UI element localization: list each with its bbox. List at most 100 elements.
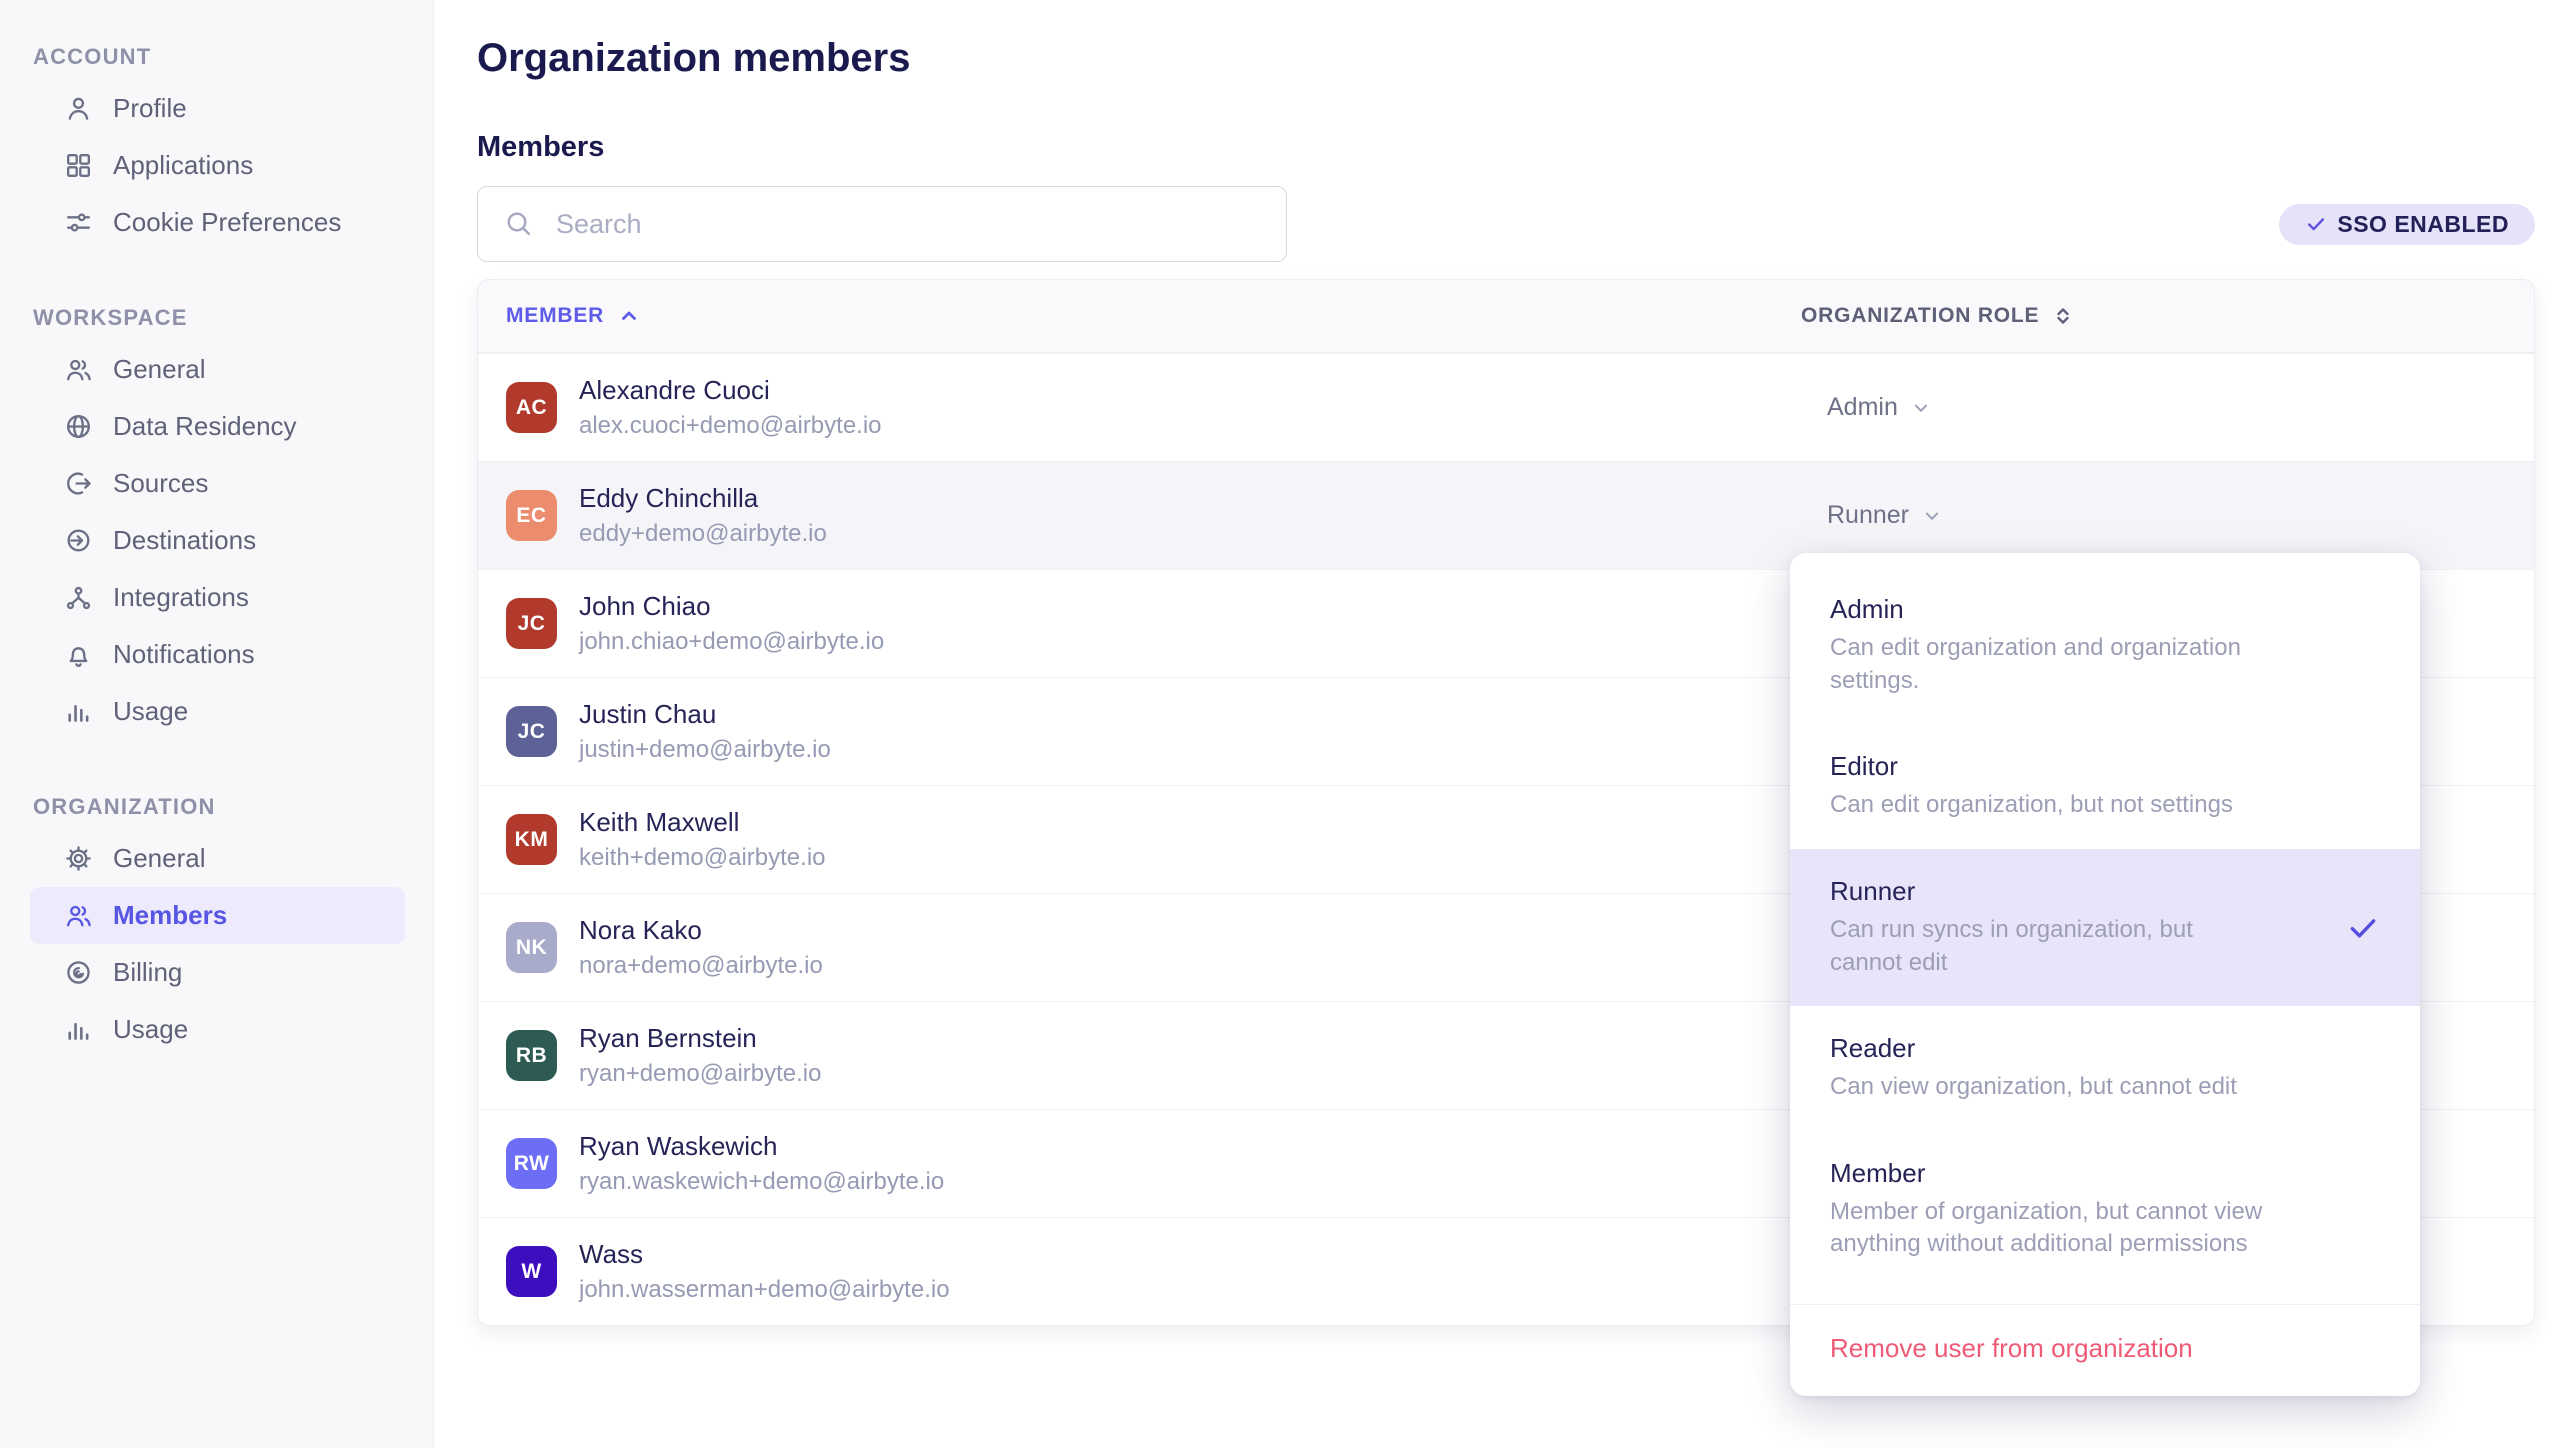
search-input[interactable]	[477, 186, 1287, 262]
table-header: MEMBER ORGANIZATION ROLE	[478, 280, 2534, 353]
globe-icon	[63, 411, 94, 442]
sidebar-item-label: Sources	[113, 468, 208, 499]
member-cell: W Wassjohn.wasserman+demo@airbyte.io	[478, 1238, 1801, 1305]
remove-user-link[interactable]: Remove user from organization	[1790, 1305, 2420, 1396]
sidebar-item-label: General	[113, 843, 206, 874]
sidebar-section-workspace: WORKSPACE	[33, 305, 405, 331]
role-option-title: Reader	[1830, 1033, 2380, 1064]
grid-icon	[63, 150, 94, 181]
avatar: NK	[506, 922, 557, 973]
sort-both-icon	[2051, 304, 2075, 328]
role-option-description: Can view organization, but cannot edit	[1830, 1071, 2335, 1104]
member-email: john.chiao+demo@airbyte.io	[579, 626, 884, 657]
member-email: ryan.waskewich+demo@airbyte.io	[579, 1166, 944, 1197]
settings-sidebar: ACCOUNT Profile Applications Cookie Pref…	[0, 0, 434, 1448]
avatar: EC	[506, 490, 557, 541]
role-option-editor[interactable]: Editor Can edit organization, but not se…	[1790, 724, 2420, 849]
sidebar-item-profile[interactable]: Profile	[30, 80, 405, 137]
sso-enabled-badge: SSO ENABLED	[2279, 204, 2535, 245]
role-dropdown-trigger[interactable]: Runner	[1801, 501, 2534, 530]
page-title: Organization members	[477, 36, 2535, 81]
sidebar-item-members[interactable]: Members	[30, 887, 405, 944]
role-option-member[interactable]: Member Member of organization, but canno…	[1790, 1131, 2420, 1288]
sidebar-item-cookie-preferences[interactable]: Cookie Preferences	[30, 194, 405, 251]
bell-icon	[63, 639, 94, 670]
sidebar-item-integrations[interactable]: Integrations	[30, 569, 405, 626]
role-value: Runner	[1827, 501, 1909, 530]
sidebar-item-label: Profile	[113, 93, 187, 124]
member-cell: EC Eddy Chinchillaeddy+demo@airbyte.io	[478, 482, 1801, 549]
sidebar-item-workspace-general[interactable]: General	[30, 341, 405, 398]
bar-chart-icon	[63, 696, 94, 727]
avatar: W	[506, 1246, 557, 1297]
member-email: eddy+demo@airbyte.io	[579, 518, 827, 549]
member-name: Wass	[579, 1238, 950, 1271]
role-option-title: Admin	[1830, 594, 2380, 625]
sidebar-item-label: Data Residency	[113, 411, 297, 442]
sidebar-item-billing[interactable]: Billing	[30, 944, 405, 1001]
users-icon	[63, 900, 94, 931]
sidebar-item-label: Usage	[113, 696, 188, 727]
member-name: John Chiao	[579, 590, 884, 623]
nodes-icon	[63, 582, 94, 613]
sidebar-item-data-residency[interactable]: Data Residency	[30, 398, 405, 455]
table-row: AC Alexandre Cuocialex.cuoci+demo@airbyt…	[478, 353, 2534, 461]
member-name: Nora Kako	[579, 914, 823, 947]
role-option-admin[interactable]: Admin Can edit organization and organiza…	[1790, 567, 2420, 724]
member-cell: KM Keith Maxwellkeith+demo@airbyte.io	[478, 806, 1801, 873]
column-header-organization-role[interactable]: ORGANIZATION ROLE	[1801, 304, 2534, 328]
role-option-title: Runner	[1830, 876, 2334, 907]
member-name: Ryan Bernstein	[579, 1022, 821, 1055]
members-toolbar: SSO ENABLED	[477, 186, 2535, 262]
role-option-description: Can edit organization, but not settings	[1830, 789, 2335, 822]
role-option-description: Can edit organization and organization s…	[1830, 632, 2335, 697]
role-option-runner[interactable]: Runner Can run syncs in organization, bu…	[1790, 849, 2420, 1006]
sidebar-item-label: Usage	[113, 1014, 188, 1045]
avatar: RB	[506, 1030, 557, 1081]
member-email: nora+demo@airbyte.io	[579, 950, 823, 981]
sidebar-item-notifications[interactable]: Notifications	[30, 626, 405, 683]
member-name: Ryan Waskewich	[579, 1130, 944, 1163]
sidebar-item-organization-usage[interactable]: Usage	[30, 1001, 405, 1058]
member-email: ryan+demo@airbyte.io	[579, 1058, 821, 1089]
sliders-icon	[63, 207, 94, 238]
bar-chart-icon	[63, 1014, 94, 1045]
sidebar-item-label: Integrations	[113, 582, 249, 613]
check-icon	[2305, 213, 2327, 235]
member-email: justin+demo@airbyte.io	[579, 734, 831, 765]
sidebar-item-sources[interactable]: Sources	[30, 455, 405, 512]
role-dropdown-menu: Admin Can edit organization and organiza…	[1790, 553, 2420, 1396]
sidebar-item-workspace-usage[interactable]: Usage	[30, 683, 405, 740]
role-option-reader[interactable]: Reader Can view organization, but cannot…	[1790, 1006, 2420, 1131]
users-icon	[63, 354, 94, 385]
member-cell: RW Ryan Waskewichryan.waskewich+demo@air…	[478, 1130, 1801, 1197]
member-email: alex.cuoci+demo@airbyte.io	[579, 410, 882, 441]
settings-page: ACCOUNT Profile Applications Cookie Pref…	[0, 0, 2562, 1448]
sidebar-item-label: Billing	[113, 957, 182, 988]
sort-asc-icon	[617, 304, 641, 328]
chevron-down-icon	[1921, 505, 1943, 527]
sidebar-item-organization-general[interactable]: General	[30, 830, 405, 887]
member-name: Keith Maxwell	[579, 806, 826, 839]
column-header-member[interactable]: MEMBER	[478, 304, 1801, 328]
sidebar-item-destinations[interactable]: Destinations	[30, 512, 405, 569]
role-option-description: Member of organization, but cannot view …	[1830, 1196, 2335, 1261]
selected-check-icon	[2346, 911, 2380, 945]
member-cell: AC Alexandre Cuocialex.cuoci+demo@airbyt…	[478, 374, 1801, 441]
avatar: JC	[506, 598, 557, 649]
avatar: AC	[506, 382, 557, 433]
sidebar-section-organization: ORGANIZATION	[33, 794, 405, 820]
role-column-label: ORGANIZATION ROLE	[1801, 304, 2039, 328]
member-cell: JC Justin Chaujustin+demo@airbyte.io	[478, 698, 1801, 765]
member-name: Alexandre Cuoci	[579, 374, 882, 407]
member-cell: NK Nora Kakonora+demo@airbyte.io	[478, 914, 1801, 981]
sidebar-item-label: Notifications	[113, 639, 255, 670]
member-name: Justin Chau	[579, 698, 831, 731]
sso-badge-label: SSO ENABLED	[2337, 211, 2509, 238]
role-dropdown-trigger[interactable]: Admin	[1801, 393, 2534, 422]
member-name: Eddy Chinchilla	[579, 482, 827, 515]
sidebar-item-applications[interactable]: Applications	[30, 137, 405, 194]
avatar: JC	[506, 706, 557, 757]
member-email: keith+demo@airbyte.io	[579, 842, 826, 873]
avatar: KM	[506, 814, 557, 865]
